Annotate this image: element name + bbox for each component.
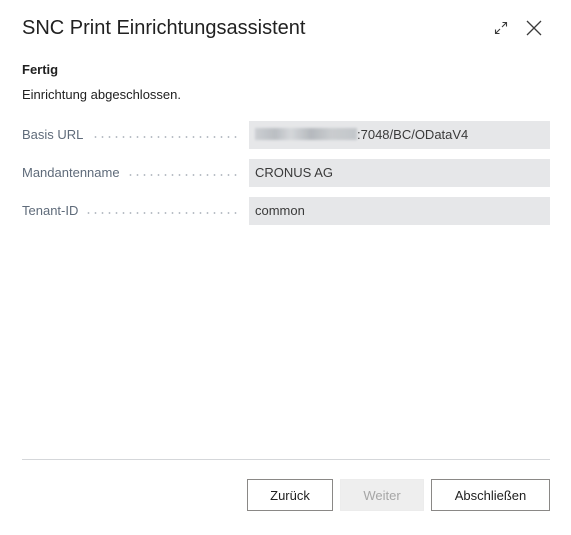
close-icon[interactable] [523,17,545,39]
finish-button[interactable]: Abschließen [431,479,550,511]
section-title: Fertig [22,62,59,77]
field-company-name: Mandantenname CRONUS AG [22,159,550,187]
base-url-text: :7048/BC/ODataV4 [357,127,469,142]
company-name-value[interactable]: CRONUS AG [249,159,550,187]
back-button[interactable]: Zurück [247,479,333,511]
section-description: Einrichtung abgeschlossen. [22,87,181,102]
field-label: Mandantenname [22,165,128,180]
footer-divider [22,459,550,460]
base-url-value[interactable]: :7048/BC/ODataV4 [249,121,550,149]
field-label: Basis URL [22,127,92,142]
next-button[interactable]: Weiter [340,479,424,511]
expand-icon[interactable] [490,17,512,39]
tenant-id-value[interactable]: common [249,197,550,225]
field-label: Tenant-ID [22,203,87,218]
dialog-title: SNC Print Einrichtungsassistent [22,17,306,39]
setup-wizard-dialog: SNC Print Einrichtungsassistent Fertig E… [0,0,571,535]
field-base-url: Basis URL :7048/BC/ODataV4 [22,121,550,149]
field-tenant-id: Tenant-ID common [22,197,550,225]
redacted-url-host [255,128,357,140]
